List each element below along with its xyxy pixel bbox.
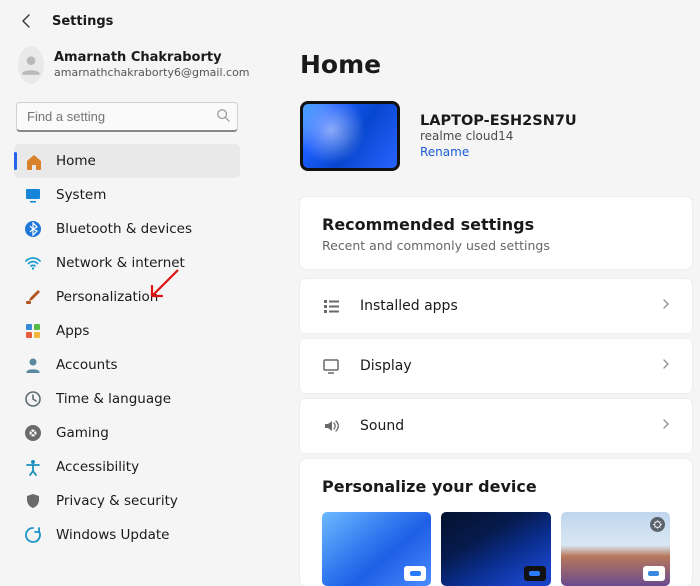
chevron-right-icon: [660, 298, 672, 314]
setting-row-display[interactable]: Display: [300, 339, 692, 393]
avatar: [18, 46, 44, 84]
personalize-title: Personalize your device: [322, 477, 670, 496]
sidebar-item-label: Network & internet: [56, 255, 185, 271]
nav-list: Home System Bluetooth & devices Network & i…: [14, 144, 240, 552]
recommended-sub: Recent and commonly used settings: [322, 238, 670, 253]
profile-email: amarnathchakraborty6@gmail.com: [54, 66, 250, 80]
recommended-title: Recommended settings: [322, 215, 670, 234]
sidebar-item-update[interactable]: Windows Update: [14, 518, 240, 552]
sidebar-item-label: Apps: [56, 323, 89, 339]
sidebar-item-label: Accessibility: [56, 459, 139, 475]
device-subtitle: realme cloud14: [420, 129, 577, 143]
back-button[interactable]: [18, 12, 36, 30]
back-arrow-icon: [19, 13, 35, 29]
spotlight-icon: [650, 517, 665, 532]
setting-label: Installed apps: [360, 298, 642, 314]
sidebar-item-label: Bluetooth & devices: [56, 221, 192, 237]
main-content: Home LAPTOP-ESH2SN7U realme cloud14 Rena…: [244, 38, 700, 586]
chevron-right-icon: [660, 418, 672, 434]
sidebar-item-access[interactable]: Accessibility: [14, 450, 240, 484]
sidebar-item-label: Time & language: [56, 391, 171, 407]
gaming-icon: [24, 424, 42, 442]
device-thumbnail[interactable]: [300, 101, 400, 171]
app-title: Settings: [52, 14, 113, 29]
sidebar-item-label: Personalization: [56, 289, 158, 305]
person-icon: [18, 52, 44, 78]
sidebar-item-label: System: [56, 187, 106, 203]
theme-thumb-light[interactable]: [322, 512, 431, 586]
sidebar: Amarnath Chakraborty amarnathchakraborty…: [14, 38, 240, 586]
sidebar-item-account[interactable]: Accounts: [14, 348, 240, 382]
system-icon: [24, 186, 42, 204]
apps-icon: [24, 322, 42, 340]
display-icon: [320, 355, 342, 377]
device-block: LAPTOP-ESH2SN7U realme cloud14 Rename: [300, 101, 692, 171]
sidebar-item-wifi[interactable]: Network & internet: [14, 246, 240, 280]
theme-thumb-spotlight[interactable]: [561, 512, 670, 586]
sidebar-item-home[interactable]: Home: [14, 144, 240, 178]
sidebar-item-clock[interactable]: Time & language: [14, 382, 240, 416]
sidebar-item-gaming[interactable]: Gaming: [14, 416, 240, 450]
sidebar-item-brush[interactable]: Personalization: [14, 280, 240, 314]
page-title: Home: [300, 50, 692, 79]
sidebar-item-system[interactable]: System: [14, 178, 240, 212]
recommended-card: Recommended settings Recent and commonly…: [300, 197, 692, 269]
setting-row-sound[interactable]: Sound: [300, 399, 692, 453]
device-name: LAPTOP-ESH2SN7U: [420, 113, 577, 129]
account-icon: [24, 356, 42, 374]
setting-label: Sound: [360, 418, 642, 434]
bluetooth-icon: [24, 220, 42, 238]
search-icon: [216, 108, 230, 126]
theme-thumb-dark[interactable]: [441, 512, 550, 586]
sound-icon: [320, 415, 342, 437]
sidebar-item-label: Privacy & security: [56, 493, 178, 509]
sidebar-item-shield[interactable]: Privacy & security: [14, 484, 240, 518]
profile-block[interactable]: Amarnath Chakraborty amarnathchakraborty…: [14, 38, 240, 98]
sidebar-item-label: Gaming: [56, 425, 109, 441]
wifi-icon: [24, 254, 42, 272]
chevron-right-icon: [660, 358, 672, 374]
setting-label: Display: [360, 358, 642, 374]
setting-row-list[interactable]: Installed apps: [300, 279, 692, 333]
sidebar-item-bluetooth[interactable]: Bluetooth & devices: [14, 212, 240, 246]
home-icon: [24, 152, 42, 170]
personalize-card: Personalize your device: [300, 459, 692, 586]
brush-icon: [24, 288, 42, 306]
rename-link[interactable]: Rename: [420, 145, 577, 159]
profile-name: Amarnath Chakraborty: [54, 50, 250, 66]
clock-icon: [24, 390, 42, 408]
update-icon: [24, 526, 42, 544]
shield-icon: [24, 492, 42, 510]
search-input[interactable]: [16, 102, 238, 132]
sidebar-item-label: Accounts: [56, 357, 118, 373]
sidebar-item-label: Home: [56, 153, 96, 169]
sidebar-item-apps[interactable]: Apps: [14, 314, 240, 348]
access-icon: [24, 458, 42, 476]
list-icon: [320, 295, 342, 317]
sidebar-item-label: Windows Update: [56, 527, 169, 543]
